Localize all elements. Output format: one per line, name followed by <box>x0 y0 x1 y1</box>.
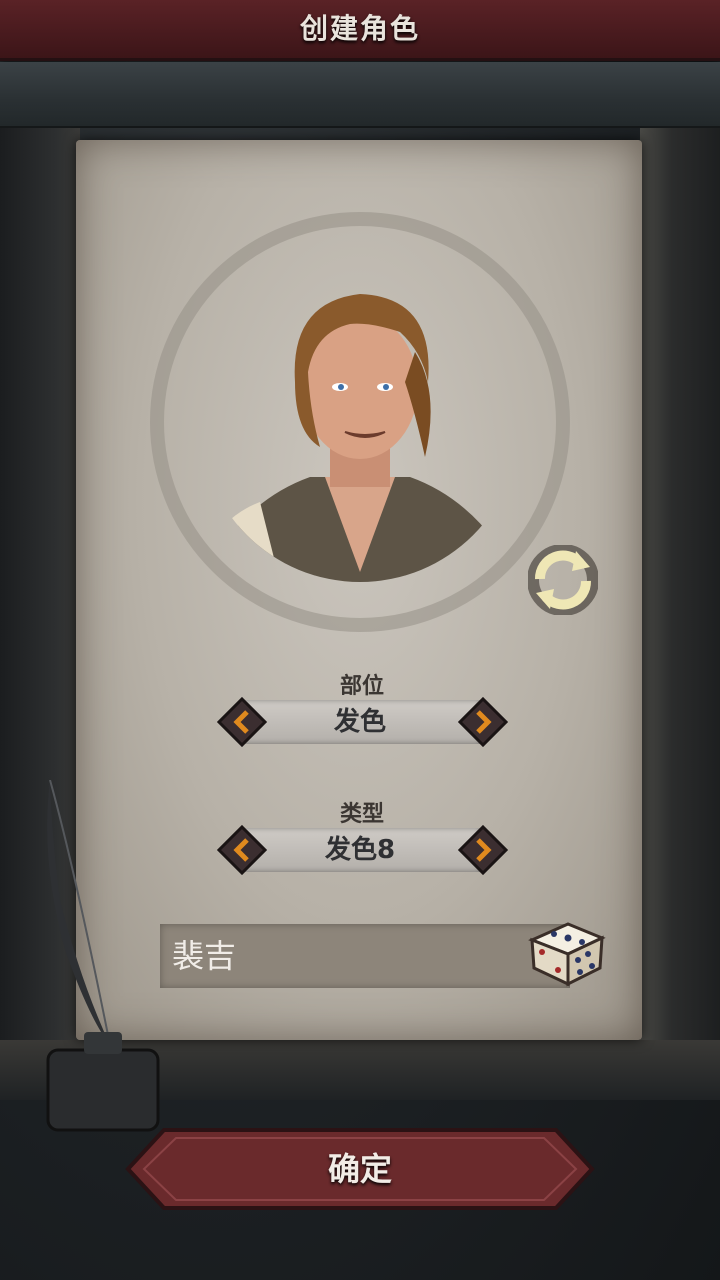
book-right-edge <box>640 128 720 1068</box>
character-portrait <box>200 262 520 582</box>
random-name-button[interactable] <box>524 918 608 988</box>
type-prev-button[interactable] <box>216 824 268 876</box>
type-value: 发色8 <box>240 828 480 872</box>
part-value: 发色 <box>240 700 480 744</box>
confirm-label: 确定 <box>327 1150 392 1188</box>
part-next-button[interactable] <box>457 696 509 748</box>
type-next-button[interactable] <box>457 824 509 876</box>
chevron-left-icon <box>216 824 268 876</box>
quill-inkwell-decoration <box>20 779 170 1140</box>
chevron-right-icon <box>457 824 509 876</box>
dice-icon <box>528 922 606 987</box>
type-label: 类型 <box>339 802 384 827</box>
refresh-portrait-button[interactable] <box>527 544 599 616</box>
wood-bar <box>0 62 720 128</box>
part-label: 部位 <box>339 674 384 699</box>
part-prev-button[interactable] <box>216 696 268 748</box>
refresh-icon <box>527 544 599 616</box>
chevron-right-icon <box>457 696 509 748</box>
name-value: 裴吉 <box>172 937 237 975</box>
chevron-left-icon <box>216 696 268 748</box>
page-title: 创建角色 <box>299 12 420 45</box>
